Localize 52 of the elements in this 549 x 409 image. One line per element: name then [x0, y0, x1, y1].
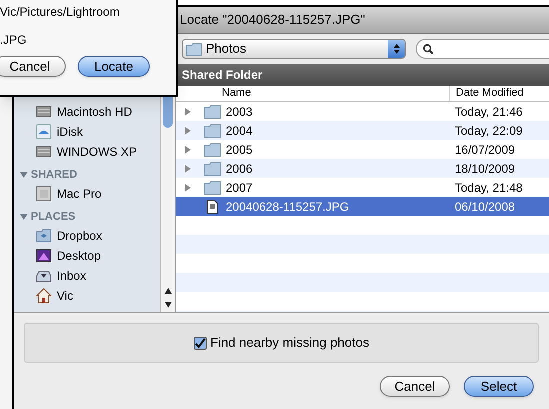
dropbox-icon	[36, 228, 52, 244]
drive-icon	[36, 104, 52, 120]
folder-icon	[186, 42, 202, 56]
checkmark-icon	[194, 338, 206, 348]
folder-icon	[204, 124, 220, 138]
file-row[interactable]: 2006 18/10/2009	[176, 159, 549, 178]
search-icon	[423, 44, 434, 54]
computer-icon	[36, 186, 52, 202]
default-button[interactable]: Locate	[78, 56, 150, 77]
column-header[interactable]: Name	[176, 86, 449, 101]
folder-icon	[204, 142, 220, 156]
disclosure-triangle-icon[interactable]	[185, 184, 191, 192]
drive-icon	[36, 144, 52, 160]
disclosure-triangle-icon[interactable]	[185, 164, 191, 172]
sidebar-item[interactable]: Dropbox	[14, 226, 160, 246]
section-heading: SHARED	[31, 168, 78, 183]
expanded-triangle-icon[interactable]	[20, 171, 28, 179]
desktop-icon	[36, 248, 52, 264]
file-row[interactable]: 20040628-115257.JPG 06/10/2008	[176, 197, 549, 216]
scroll-down-icon[interactable]	[164, 302, 172, 308]
file-name: .JPG	[0, 32, 27, 49]
idisk-icon	[36, 124, 52, 140]
search-field[interactable]	[416, 39, 549, 59]
stepper-icon	[394, 44, 400, 54]
sidebar-item[interactable]: Desktop	[14, 246, 160, 266]
location-popup[interactable]: Photos	[182, 39, 406, 59]
disclosure-triangle-icon[interactable]	[185, 146, 191, 154]
sidebar-item[interactable]: iDisk	[14, 122, 160, 142]
find-nearby-checkbox[interactable]: Find nearby missing photos	[194, 333, 370, 353]
button[interactable]: Cancel	[380, 376, 450, 397]
column-header[interactable]: Date Modified	[449, 86, 549, 101]
location-value: Photos	[206, 40, 246, 58]
disclosure-triangle-icon[interactable]	[185, 126, 191, 134]
expanded-triangle-icon[interactable]	[20, 213, 28, 221]
sidebar-item[interactable]: Macintosh HD	[14, 102, 160, 122]
home-icon	[36, 288, 52, 304]
folder-icon	[204, 180, 220, 194]
file-row[interactable]: 2004 Today, 22:09	[176, 121, 549, 140]
folder-header: Shared Folder	[176, 64, 549, 86]
sidebar-item[interactable]: WINDOWS XP	[14, 142, 160, 162]
scroll-up-icon[interactable]	[164, 288, 172, 294]
file-icon	[206, 200, 218, 214]
section-heading: PLACES	[31, 210, 76, 225]
sidebar-item[interactable]: Inbox	[14, 266, 160, 286]
default-button[interactable]: Select	[464, 376, 534, 397]
button[interactable]: Cancel	[0, 56, 66, 77]
sidebar-item[interactable]: Mac Pro	[14, 184, 160, 204]
folder-icon	[204, 104, 220, 118]
sidebar-item[interactable]: Vic	[14, 286, 160, 306]
disclosure-triangle-icon[interactable]	[185, 108, 191, 116]
folder-icon	[204, 162, 220, 176]
checkbox[interactable]	[194, 336, 206, 350]
